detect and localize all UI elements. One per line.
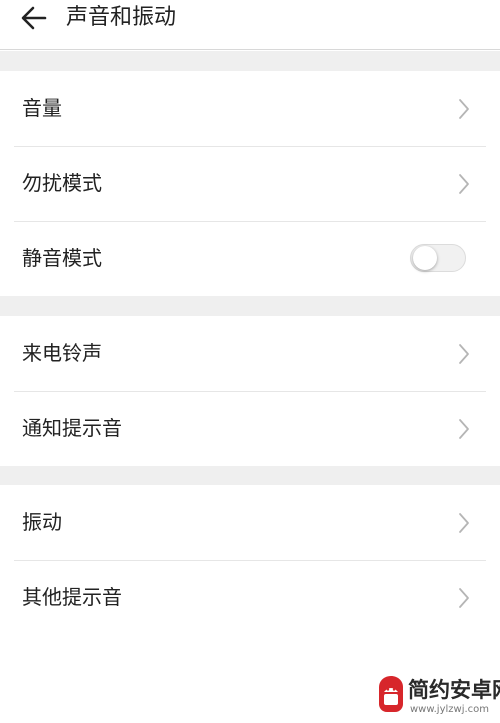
settings-group-3: 振动 其他提示音 — [0, 485, 500, 635]
toggle-knob — [413, 246, 437, 270]
setting-label: 其他提示音 — [22, 585, 122, 609]
setting-row-vibration[interactable]: 振动 — [0, 485, 500, 560]
setting-label: 勿扰模式 — [22, 171, 102, 195]
chevron-right-icon — [459, 588, 469, 608]
settings-group-2: 来电铃声 通知提示音 — [0, 316, 500, 466]
top-bar: 声音和振动 — [0, 0, 500, 50]
setting-label: 振动 — [22, 510, 62, 534]
android-logo-icon — [379, 676, 403, 712]
back-button[interactable] — [18, 2, 50, 34]
setting-row-other-sounds[interactable]: 其他提示音 — [0, 560, 500, 635]
silent-mode-toggle[interactable] — [410, 244, 466, 272]
page-title: 声音和振动 — [66, 5, 177, 30]
section-gap — [0, 296, 500, 316]
watermark: 简约安卓网 www.jylzwj.com — [372, 664, 500, 723]
chevron-right-icon — [459, 174, 469, 194]
setting-label: 来电铃声 — [22, 341, 102, 365]
setting-row-notification-sound[interactable]: 通知提示音 — [0, 391, 500, 466]
chevron-right-icon — [459, 344, 469, 364]
setting-row-do-not-disturb[interactable]: 勿扰模式 — [0, 146, 500, 221]
arrow-left-icon — [21, 6, 47, 30]
watermark-url: www.jylzwj.com — [410, 704, 490, 715]
setting-row-volume[interactable]: 音量 — [0, 71, 500, 146]
chevron-right-icon — [459, 419, 469, 439]
section-gap — [0, 466, 500, 485]
setting-row-ringtone[interactable]: 来电铃声 — [0, 316, 500, 391]
section-gap — [0, 51, 500, 71]
settings-group-1: 音量 勿扰模式 静音模式 — [0, 71, 500, 296]
chevron-right-icon — [459, 513, 469, 533]
watermark-name: 简约安卓网 — [408, 678, 500, 702]
chevron-right-icon — [459, 99, 469, 119]
setting-label: 通知提示音 — [22, 416, 122, 440]
setting-row-silent-mode: 静音模式 — [0, 221, 500, 296]
setting-label: 音量 — [22, 96, 62, 120]
setting-label: 静音模式 — [22, 246, 102, 270]
